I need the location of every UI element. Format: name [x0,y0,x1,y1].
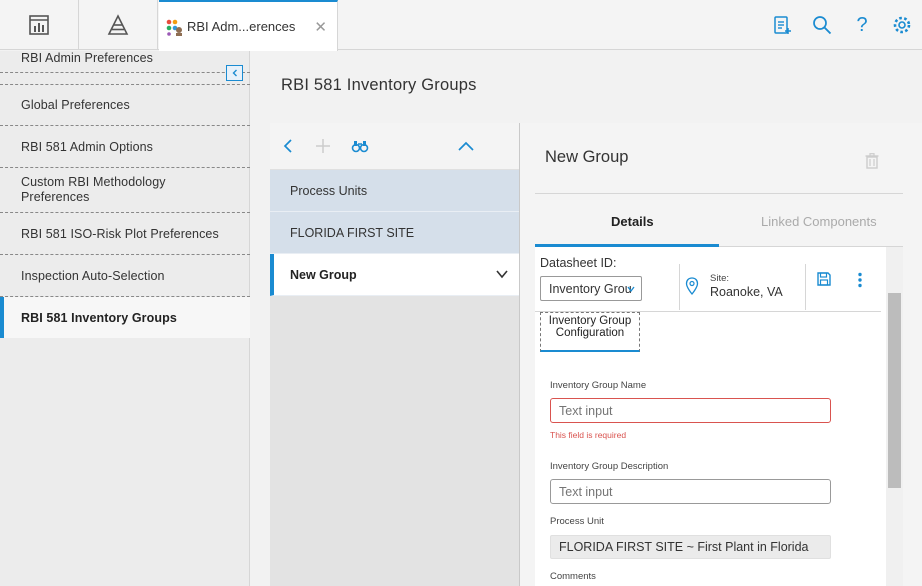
sidebar-item-iso-risk-plot[interactable]: RBI 581 ISO-Risk Plot Preferences [0,213,250,255]
chevron-down-icon [627,286,635,292]
group-list-panel: Process Units FLORIDA FIRST SITE New Gro… [270,123,520,586]
sidebar-item-inventory-groups[interactable]: RBI 581 Inventory Groups [0,297,250,338]
detail-panel: New Group Details Linked Components Data… [520,123,922,586]
clipboard-add-icon [774,16,791,34]
details-form: Datasheet ID: Inventory Grou Site: Roano… [535,247,903,586]
inventory-group-configuration-button[interactable]: Inventory Group Configuration [540,312,640,352]
list-item-label: New Group [290,267,357,282]
site-value: Roanoke, VA [710,285,783,299]
detail-title: New Group [545,148,629,166]
binoculars-icon [351,141,369,153]
sidebar-item-label: RBI 581 Inventory Groups [21,310,177,325]
top-bar: RBI Adm...erences ✕ ? [0,0,922,51]
process-unit-label: Process Unit [550,516,604,527]
chevron-left-icon [283,139,292,153]
save-icon [817,272,831,286]
more-options-button[interactable] [857,272,863,293]
sidebar-item-inspection-auto-selection[interactable]: Inspection Auto-Selection [0,255,250,297]
sidebar-item-label: Inspection Auto-Selection [21,268,165,283]
sidebar-item-label: RBI 581 ISO-Risk Plot Preferences [21,226,219,241]
rbi-app-icon [166,19,182,36]
sidebar-item-custom-rbi-methodology[interactable]: Custom RBI Methodology Preferences [0,168,250,213]
list-item-florida-first-site[interactable]: FLORIDA FIRST SITE [270,212,519,254]
inventory-group-description-label: Inventory Group Description [550,461,669,472]
list-item-label: FLORIDA FIRST SITE [290,225,415,240]
sidebar-item-global-preferences[interactable]: Global Preferences [0,84,250,126]
tab-details[interactable]: Details [611,214,654,229]
search-button[interactable] [802,0,842,50]
datasheet-label: Datasheet ID: [540,256,617,270]
inventory-group-name-label: Inventory Group Name [550,380,647,391]
sidebar-item-rbi-581-admin-options[interactable]: RBI 581 Admin Options [0,126,250,168]
list-item-process-units[interactable]: Process Units [270,170,519,212]
delete-button[interactable] [865,153,879,174]
chevron-left-icon [232,69,237,77]
dashboard-icon [29,15,49,35]
chevron-down-icon[interactable] [495,267,509,281]
chevron-up-icon [458,141,474,151]
main-content: RBI 581 Inventory Groups Process Units F… [251,51,922,586]
name-required-error: This field is required [550,430,627,440]
settings-button[interactable] [882,0,922,50]
divider [805,264,806,310]
clipboard-add-button[interactable] [762,0,802,50]
sidebar-item-rbi-admin-preferences[interactable]: RBI Admin Preferences [0,51,250,73]
sidebar-item-label: RBI 581 Admin Options [21,139,154,154]
inventory-group-description-input[interactable] [550,479,831,504]
comments-label: Comments [550,571,596,582]
datasheet-value: Inventory Grou [549,281,632,296]
save-button[interactable] [817,272,831,291]
datasheet-select[interactable]: Inventory Grou [540,276,642,301]
back-button[interactable] [277,135,299,157]
collapse-sidebar-button[interactable] [226,65,243,81]
list-item-label: Process Units [290,183,368,198]
divider [535,193,903,194]
asset-hierarchy-button[interactable] [79,0,158,50]
search-icon [813,16,832,35]
process-unit-field: FLORIDA FIRST SITE ~ First Plant in Flor… [550,535,831,559]
collapse-list-button[interactable] [455,135,477,157]
divider [679,264,680,310]
top-icons: ? [762,0,922,50]
location-pin-icon [685,277,699,295]
tab-label: RBI Adm...erences [187,19,296,34]
site-label: Site: [710,273,730,284]
list-item-new-group[interactable]: New Group [270,254,519,296]
sidebar: RBI Admin Preferences Global Preferences… [0,51,250,586]
page-title: RBI 581 Inventory Groups [281,76,477,94]
tab-linked-components[interactable]: Linked Components [761,214,877,229]
more-vertical-icon [858,272,862,288]
inventory-group-name-input[interactable] [550,398,831,423]
scrollbar-thumb[interactable] [888,293,901,488]
sidebar-item-label: RBI Admin Preferences [21,51,154,65]
pyramid-icon [107,14,129,35]
list-toolbar [270,123,519,170]
close-icon[interactable]: ✕ [314,18,327,36]
plus-icon [316,139,330,153]
sidebar-item-label: Custom RBI Methodology Preferences [21,175,166,204]
sidebar-item-label: Global Preferences [21,98,130,112]
gear-icon [893,16,911,34]
trash-icon [865,153,879,169]
tab-rbi-admin-preferences[interactable]: RBI Adm...erences ✕ [159,0,338,51]
dashboard-button[interactable] [0,0,79,50]
find-button[interactable] [349,135,371,157]
add-button[interactable] [312,135,334,157]
help-icon: ? [856,13,868,36]
help-button[interactable]: ? [842,0,882,50]
